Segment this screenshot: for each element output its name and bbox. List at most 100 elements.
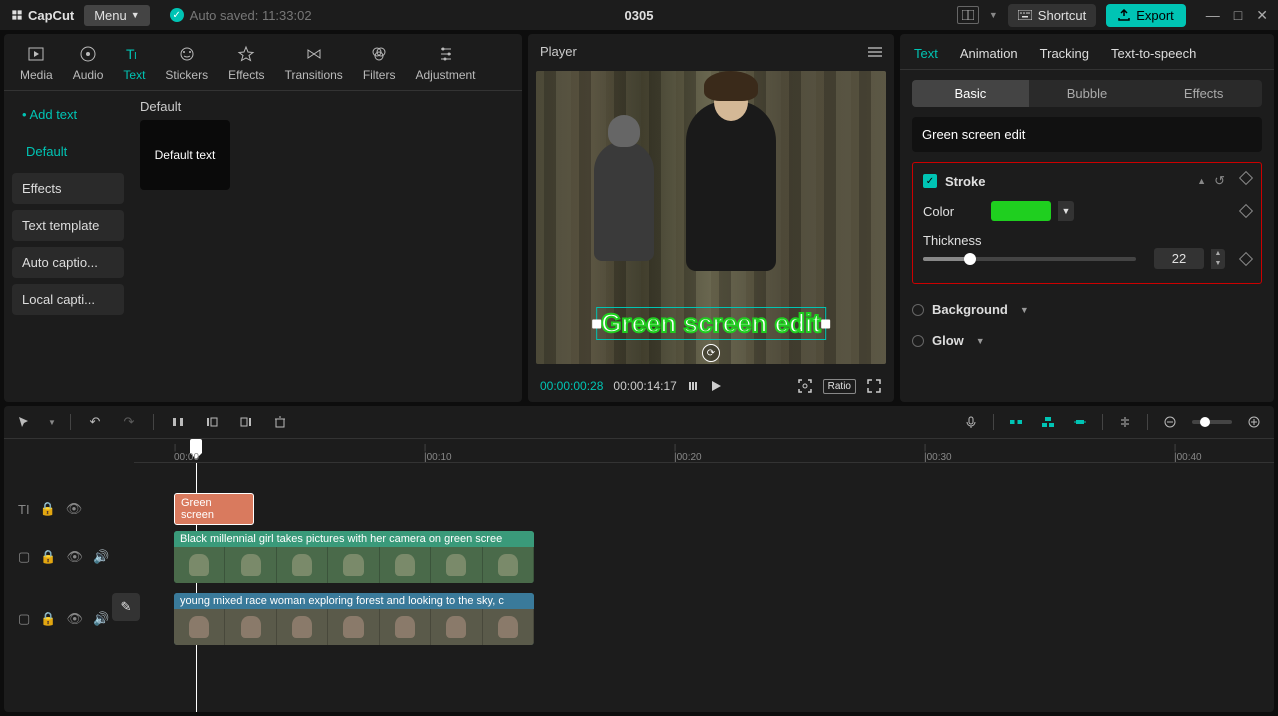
stroke-color-swatch[interactable] [991, 201, 1051, 221]
step-up[interactable]: ▲ [1211, 249, 1225, 259]
tab-effects[interactable]: Effects [218, 42, 274, 90]
close-button[interactable]: ✕ [1256, 7, 1268, 24]
rp-sub-bubble[interactable]: Bubble [1029, 80, 1146, 107]
redo-icon[interactable]: ↷ [119, 412, 139, 432]
text-overlay[interactable]: Green screen edit [596, 307, 826, 340]
rp-sub-basic[interactable]: Basic [912, 80, 1029, 107]
track-eye-icon[interactable]: 👁 [66, 501, 83, 517]
sidebar-add-text[interactable]: Add text [12, 99, 124, 130]
mic-icon[interactable] [961, 412, 981, 432]
fullscreen-icon[interactable] [866, 378, 882, 394]
clip-video-2[interactable]: young mixed race woman exploring forest … [174, 593, 534, 645]
track-type-text-icon: TI [18, 502, 30, 517]
track-eye-icon[interactable]: 👁 [66, 611, 83, 627]
delete-icon[interactable] [270, 412, 290, 432]
transitions-icon [304, 44, 324, 64]
effects-icon [236, 44, 256, 64]
layout-icon[interactable] [957, 6, 979, 24]
maximize-button[interactable]: □ [1234, 7, 1242, 24]
rp-tab-animation[interactable]: Animation [960, 46, 1018, 61]
autosave-status: ✓ Auto saved: 11:33:02 [170, 8, 312, 23]
rp-sub-effects[interactable]: Effects [1145, 80, 1262, 107]
keyboard-icon [1018, 10, 1032, 20]
tab-text[interactable]: TIText [113, 42, 155, 90]
sidebar-text-template[interactable]: Text template [12, 210, 124, 241]
slider-thumb[interactable] [964, 253, 976, 265]
zoom-slider[interactable] [1192, 420, 1232, 424]
text-icon: TI [124, 44, 144, 64]
stroke-checkbox[interactable]: ✓ [923, 174, 937, 188]
step-down[interactable]: ▼ [1211, 259, 1225, 269]
track-lock-icon[interactable]: 🔒 [40, 549, 56, 565]
player-title: Player [540, 44, 577, 59]
trim-right-icon[interactable] [236, 412, 256, 432]
text-content-input[interactable]: Green screen edit [912, 117, 1262, 152]
thickness-label: Thickness [923, 233, 981, 248]
play-icon[interactable] [709, 379, 723, 393]
timeline-ruler[interactable]: 00:00 |00:10 |00:20 |00:30 |00:40 [134, 439, 1274, 463]
zoom-out-icon[interactable] [1160, 412, 1180, 432]
thickness-value[interactable]: 22 [1154, 248, 1204, 269]
background-section[interactable]: Background ▼ [912, 294, 1262, 325]
video-preview[interactable]: Green screen edit ⟳ [536, 71, 886, 364]
thickness-slider[interactable] [923, 257, 1136, 261]
magnet-icon[interactable] [1006, 412, 1026, 432]
menu-button[interactable]: Menu▼ [84, 5, 149, 26]
media-icon [26, 44, 46, 64]
export-button[interactable]: Export [1106, 4, 1186, 27]
app-logo: CapCut [10, 8, 74, 23]
thickness-keyframe[interactable] [1239, 251, 1253, 265]
tab-adjustment[interactable]: Adjustment [405, 42, 485, 90]
trim-left-icon[interactable] [202, 412, 222, 432]
undo-icon[interactable]: ↶ [85, 412, 105, 432]
glow-section[interactable]: Glow ▼ [912, 325, 1262, 356]
rp-tab-tts[interactable]: Text-to-speech [1111, 46, 1196, 61]
sidebar-effects[interactable]: Effects [12, 173, 124, 204]
tab-stickers[interactable]: Stickers [155, 42, 218, 90]
tab-media[interactable]: Media [10, 42, 63, 90]
rp-tab-tracking[interactable]: Tracking [1040, 46, 1089, 61]
adjustment-icon [436, 44, 456, 64]
linkage-icon[interactable] [1038, 412, 1058, 432]
rotate-handle[interactable]: ⟳ [702, 344, 720, 362]
track-lock-icon[interactable]: 🔒 [40, 611, 56, 627]
zoom-in-icon[interactable] [1244, 412, 1264, 432]
tab-audio[interactable]: Audio [63, 42, 114, 90]
stroke-title: Stroke [945, 174, 1189, 189]
minimize-button[interactable]: — [1206, 7, 1220, 24]
align-icon[interactable] [1115, 412, 1135, 432]
prev-frame-icon[interactable] [687, 380, 699, 392]
check-icon: ✓ [170, 8, 184, 22]
player-menu-icon[interactable] [868, 47, 882, 57]
track-mute-icon[interactable]: 🔊 [93, 611, 109, 627]
sidebar-local-captions[interactable]: Local capti... [12, 284, 124, 315]
text-preset-default[interactable]: Default text [140, 120, 230, 190]
color-label: Color [923, 204, 981, 219]
preview-axis-icon[interactable] [1070, 412, 1090, 432]
sidebar-auto-captions[interactable]: Auto captio... [12, 247, 124, 278]
split-icon[interactable] [168, 412, 188, 432]
stickers-icon [177, 44, 197, 64]
clip-video-1[interactable]: Black millennial girl takes pictures wit… [174, 531, 534, 583]
track-lock-icon[interactable]: 🔒 [40, 501, 56, 517]
audio-icon [78, 44, 98, 64]
sidebar-default[interactable]: Default [12, 136, 124, 167]
track-type-video-icon: ▢ [18, 611, 30, 627]
color-keyframe[interactable] [1239, 204, 1253, 218]
tab-transitions[interactable]: Transitions [275, 42, 353, 90]
tab-filters[interactable]: Filters [353, 42, 406, 90]
scan-icon[interactable] [797, 378, 813, 394]
project-title: 0305 [625, 8, 654, 23]
color-dropdown[interactable]: ▼ [1058, 201, 1074, 221]
ratio-button[interactable]: Ratio [823, 379, 856, 394]
clip-text[interactable]: Green screen [174, 493, 254, 525]
rp-tab-text[interactable]: Text [914, 46, 938, 61]
shortcut-button[interactable]: Shortcut [1008, 4, 1096, 27]
track-mute-icon[interactable]: 🔊 [93, 549, 109, 565]
svg-text:I: I [134, 51, 137, 62]
pointer-tool[interactable] [14, 412, 34, 432]
time-total: 00:00:14:17 [613, 379, 676, 393]
keyframe-icon[interactable] [1239, 171, 1253, 185]
reset-icon[interactable]: ↺ [1214, 173, 1225, 189]
track-eye-icon[interactable]: 👁 [66, 549, 83, 565]
